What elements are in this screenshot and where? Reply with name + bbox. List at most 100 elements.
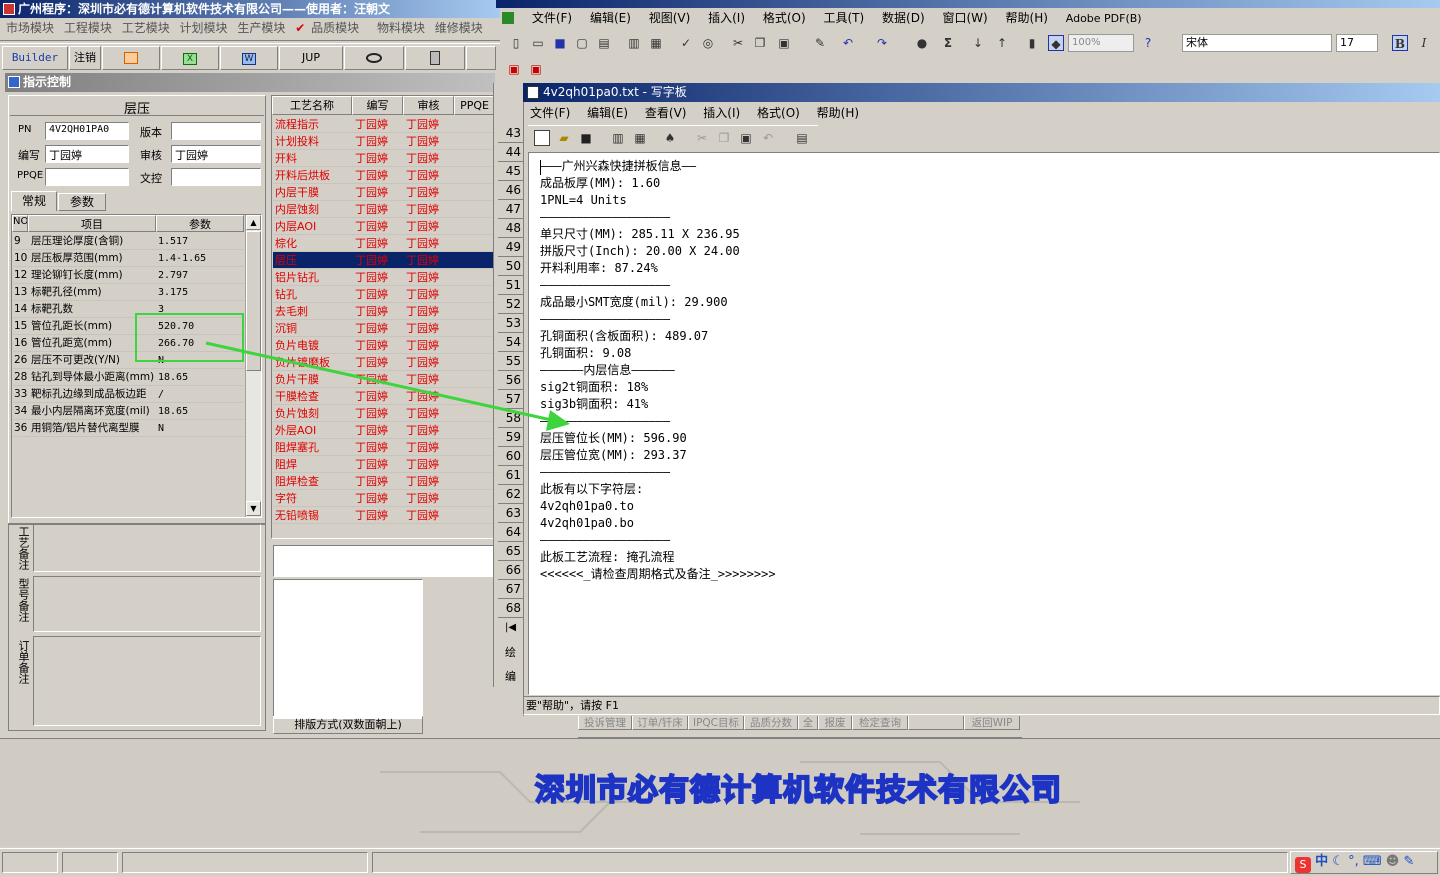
menu-quality[interactable]: 品质模块 xyxy=(311,21,359,35)
excel-row-number[interactable]: 68 xyxy=(498,599,523,618)
menu-market[interactable]: 市场模块 xyxy=(6,21,54,35)
panel-title-bar[interactable]: 指示控制 xyxy=(5,73,495,92)
sort-desc-icon[interactable]: ↑ xyxy=(994,35,1010,51)
wordpad-title-bar[interactable]: 4v2qh01pa0.txt - 写字板 xyxy=(523,83,1440,102)
paste-icon[interactable]: ▣ xyxy=(776,35,792,51)
print-icon[interactable]: ▥ xyxy=(626,35,642,51)
wp-paste-icon[interactable]: ▣ xyxy=(738,130,754,146)
drawing-icon[interactable]: ◆ xyxy=(1048,35,1064,51)
wp-new-icon[interactable] xyxy=(534,130,550,146)
wp-menu-file[interactable]: 文件(F) xyxy=(530,106,570,120)
process-row[interactable]: 棕化 丁园婷 丁园婷 xyxy=(273,235,495,252)
excel-menu-data[interactable]: 数据(D) xyxy=(882,11,925,25)
menu-process[interactable]: 工艺模块 xyxy=(122,21,170,35)
process-row[interactable]: 阻焊检查 丁园婷 丁园婷 xyxy=(273,473,495,490)
mail-icon[interactable]: ▤ xyxy=(596,35,612,51)
excel-row-number[interactable]: 52 xyxy=(498,295,523,314)
font-name-combo[interactable]: 宋体 xyxy=(1182,34,1332,52)
excel-row-number[interactable]: 63 xyxy=(498,504,523,523)
wp-save-icon[interactable]: ■ xyxy=(578,130,594,146)
excel-menu-edit[interactable]: 编辑(E) xyxy=(590,11,631,25)
process-row[interactable]: 字符 丁园婷 丁园婷 xyxy=(273,490,495,507)
wp-preview-icon[interactable]: ▦ xyxy=(632,130,648,146)
param-row-value[interactable]: 2.797 xyxy=(158,267,244,283)
process-row[interactable]: 流程指示 丁园婷 丁园婷 xyxy=(273,116,495,133)
excel-row-number[interactable]: 67 xyxy=(498,580,523,599)
wp-cut-icon[interactable]: ✂ xyxy=(694,130,710,146)
model-remark-box[interactable] xyxy=(33,576,261,632)
menu-engineering[interactable]: 工程模块 xyxy=(64,21,112,35)
cut-icon[interactable]: ✂ xyxy=(730,35,746,51)
param-row[interactable]: 10 层压板厚范围(mm) 1.4-1.65 xyxy=(13,250,244,267)
app-title-bar[interactable]: 广州程序：深圳市必有德计算机软件技术有限公司——使用者：汪朝文 xyxy=(0,0,500,18)
preview-button[interactable] xyxy=(344,46,404,70)
bold-icon[interactable]: B xyxy=(1392,35,1408,51)
excel-row-number[interactable]: 65 xyxy=(498,542,523,561)
order-remark-box[interactable] xyxy=(33,636,261,726)
param-row[interactable]: 12 理论铆钉长度(mm) 2.797 xyxy=(13,267,244,284)
process-row[interactable]: 层压 丁园婷 丁园婷 xyxy=(273,252,495,269)
process-row[interactable]: 钻孔 丁园婷 丁园婷 xyxy=(273,286,495,303)
sort-asc-icon[interactable]: ↓ xyxy=(970,35,986,51)
wp-open-icon[interactable]: ▰ xyxy=(556,130,572,146)
database-button[interactable] xyxy=(405,46,465,70)
param-row-value[interactable]: 3.175 xyxy=(158,284,244,300)
process-row[interactable]: 阻焊塞孔 丁园婷 丁园婷 xyxy=(273,439,495,456)
excel-row-number[interactable]: 43 xyxy=(498,124,523,143)
process-row[interactable]: 阻焊 丁园婷 丁园婷 xyxy=(273,456,495,473)
word-button[interactable]: W xyxy=(220,46,278,70)
scroll-down-icon[interactable]: ▼ xyxy=(246,501,261,516)
tab-return-wip[interactable]: 返回WIP xyxy=(964,714,1020,730)
excel-row-number[interactable]: 62 xyxy=(498,485,523,504)
copy-icon[interactable]: ❐ xyxy=(752,35,768,51)
wp-menu-format[interactable]: 格式(O) xyxy=(757,106,800,120)
process-row[interactable]: 计划投料 丁园婷 丁园婷 xyxy=(273,133,495,150)
tab-ipqc[interactable]: IPQC目标 xyxy=(688,714,744,730)
doc-control-field[interactable] xyxy=(171,168,261,186)
hyperlink-icon[interactable]: ● xyxy=(914,35,930,51)
excel-row-number[interactable]: 49 xyxy=(498,238,523,257)
menu-maintenance[interactable]: 维修模块 xyxy=(435,21,483,35)
excel-row-number[interactable]: 61 xyxy=(498,466,523,485)
process-row[interactable]: 无铅喷锡 丁园婷 丁园婷 xyxy=(273,507,495,524)
sogou-icon[interactable]: S xyxy=(1295,857,1311,873)
param-row[interactable]: 9 层压理论厚度(含铜) 1.517 xyxy=(13,233,244,250)
tab-quality-score[interactable]: 品质分数 xyxy=(744,714,798,730)
tab-complaints[interactable]: 投诉管理 xyxy=(578,714,632,730)
user-icon[interactable]: ☻ xyxy=(1386,854,1400,869)
jup-button[interactable]: JUP xyxy=(279,46,343,70)
menu-plan[interactable]: 计划模块 xyxy=(180,21,228,35)
chart-wizard-icon[interactable]: ▮ xyxy=(1024,35,1040,51)
process-row[interactable]: 内层蚀刻 丁园婷 丁园婷 xyxy=(273,201,495,218)
tab-general[interactable]: 常规 xyxy=(11,191,57,211)
process-row[interactable]: 铝片钻孔 丁园婷 丁园婷 xyxy=(273,269,495,286)
ime-mode-label[interactable]: 中 xyxy=(1315,854,1328,869)
wp-find-icon[interactable]: ♠ xyxy=(662,130,678,146)
excel-button[interactable]: X xyxy=(161,46,219,70)
tab-orders[interactable]: 订单/钎床 xyxy=(632,714,688,730)
excel-row-number[interactable]: 45 xyxy=(498,162,523,181)
punctuation-icon[interactable]: °, xyxy=(1348,854,1359,869)
sort-direction-label[interactable]: 排版方式(双数面朝上) xyxy=(273,716,423,734)
excel-row-number[interactable]: 44 xyxy=(498,143,523,162)
tab-blank[interactable] xyxy=(908,714,964,730)
ppt-button[interactable] xyxy=(102,46,160,70)
process-detail-input[interactable] xyxy=(273,545,495,577)
builder-button[interactable]: Builder xyxy=(2,46,68,70)
scroll-up-icon[interactable]: ▲ xyxy=(246,215,261,230)
excel-title-bar[interactable] xyxy=(496,0,1440,8)
format-painter-icon[interactable]: ✎ xyxy=(812,35,828,51)
italic-icon[interactable]: I xyxy=(1416,35,1432,51)
open-icon[interactable]: ▭ xyxy=(530,35,546,51)
print-preview-icon[interactable]: ▦ xyxy=(648,35,664,51)
param-row-value[interactable]: 1.517 xyxy=(158,233,244,249)
save-icon[interactable]: ■ xyxy=(552,35,568,51)
help-icon[interactable]: ? xyxy=(1140,35,1156,51)
autosum-icon[interactable]: Σ xyxy=(940,35,956,51)
excel-menu-tools[interactable]: 工具(T) xyxy=(824,11,865,25)
moon-icon[interactable]: ☾ xyxy=(1332,854,1344,869)
excel-menu-adobe[interactable]: Adobe PDF(B) xyxy=(1066,12,1142,25)
zoom-combo[interactable]: 100% xyxy=(1068,34,1134,52)
pdf-mail-icon[interactable]: ▣ xyxy=(528,61,544,77)
wp-menu-insert[interactable]: 插入(I) xyxy=(703,106,740,120)
